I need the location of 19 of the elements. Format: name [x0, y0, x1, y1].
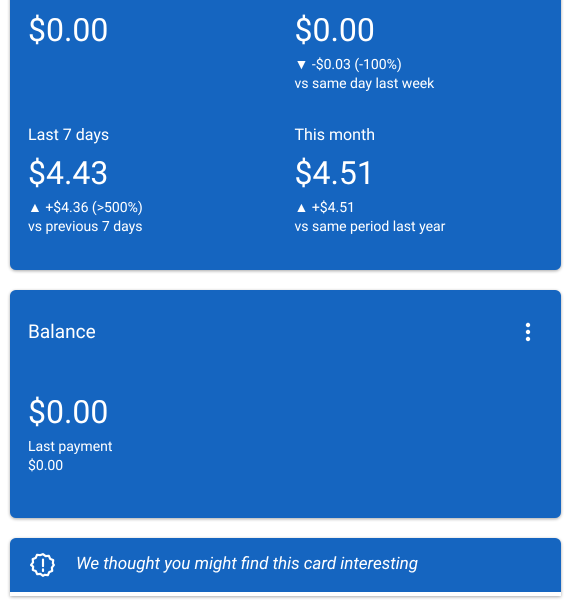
stat-change: ▲ +$4.36 (>500%): [28, 199, 143, 218]
card-title: Balance: [28, 320, 96, 344]
last-payment-label: Last payment: [28, 438, 112, 457]
more-options-icon[interactable]: [525, 322, 531, 342]
stat-label: Last 7 days: [28, 125, 110, 145]
last-payment-value: $0.00: [28, 457, 64, 476]
stat-label: This month: [294, 125, 376, 145]
stat-value: $0.00: [294, 10, 375, 50]
balance-value: $0.00: [28, 392, 108, 432]
stat-value: $0.00: [28, 10, 108, 50]
stat-change: ▲ +$4.51: [294, 199, 355, 218]
stat-value: $4.51: [294, 153, 375, 193]
stat-comparison: vs previous 7 days: [28, 218, 142, 237]
alert-badge-icon: [30, 552, 56, 578]
stat-value: $4.43: [28, 153, 108, 193]
stat-comparison: vs same period last year: [294, 218, 446, 237]
stat-change: ▼ -$0.03 (-100%): [294, 56, 402, 75]
suggestion-text: We thought you might find this card interesting: [76, 553, 418, 576]
stat-comparison: vs same day last week: [294, 75, 434, 94]
